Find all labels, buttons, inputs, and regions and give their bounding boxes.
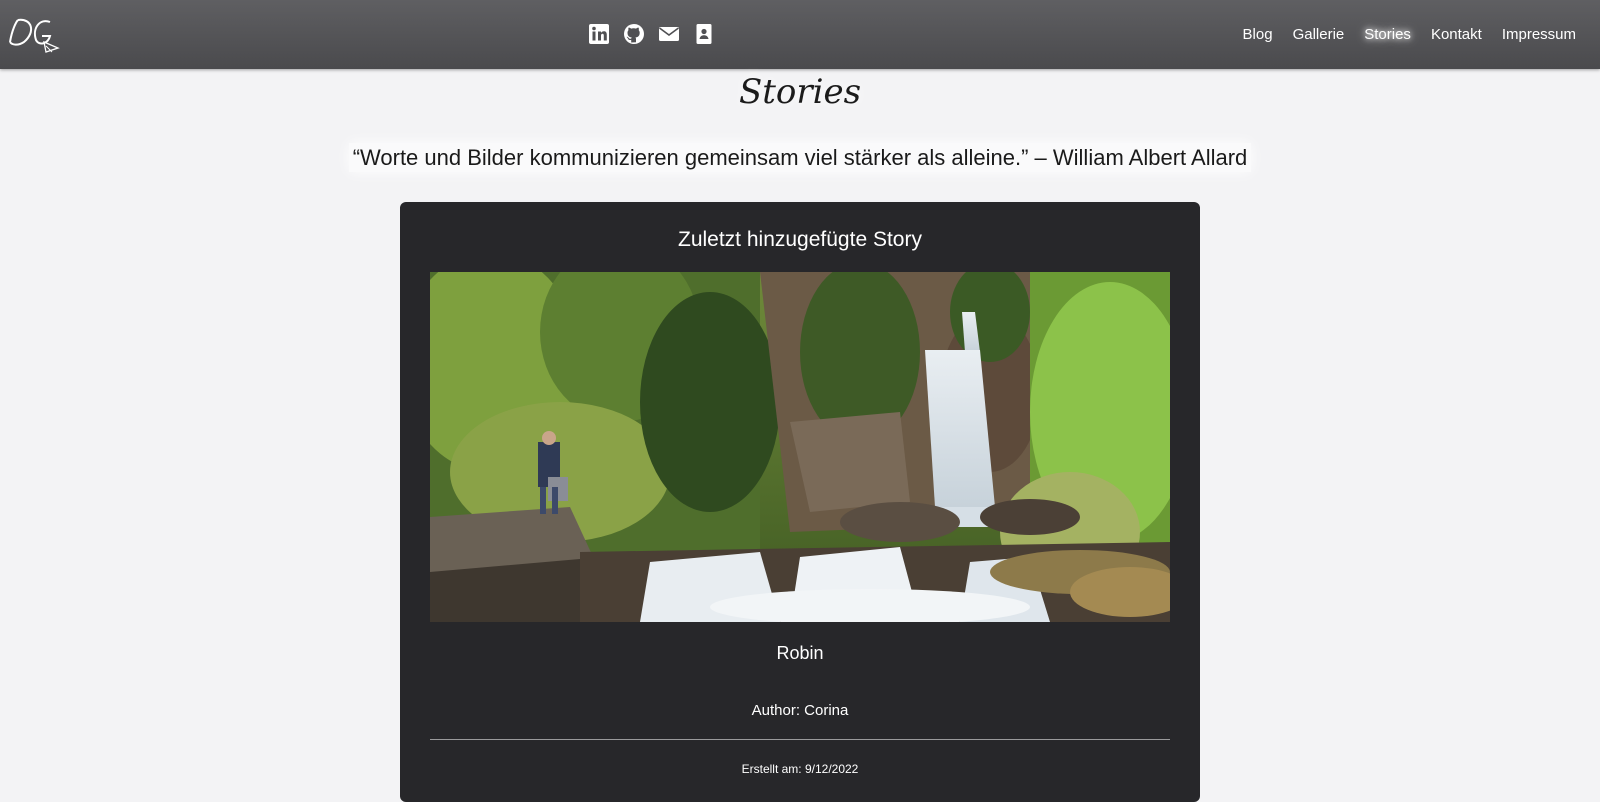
- top-navbar: Blog Gallerie Stories Kontakt Impressum: [0, 0, 1600, 69]
- github-icon[interactable]: [623, 23, 645, 45]
- site-logo[interactable]: [6, 12, 62, 56]
- nav-impressum[interactable]: Impressum: [1492, 26, 1586, 43]
- card-divider: [430, 739, 1170, 740]
- contact-card-icon[interactable]: [693, 23, 715, 45]
- nav-kontakt[interactable]: Kontakt: [1421, 26, 1492, 43]
- story-image[interactable]: [430, 272, 1170, 622]
- story-author: Author: Corina: [751, 702, 849, 719]
- quote-text: “Worte und Bilder kommunizieren gemeinsa…: [348, 143, 1252, 172]
- social-links: [588, 23, 715, 45]
- story-created-date: Erstellt am: 9/12/2022: [741, 762, 859, 776]
- linkedin-icon[interactable]: [588, 23, 610, 45]
- nav-stories[interactable]: Stories: [1354, 26, 1421, 43]
- latest-story-card: Zuletzt hinzugefügte Story Robin Author:…: [400, 202, 1200, 802]
- card-heading: Zuletzt hinzugefügte Story: [678, 228, 922, 251]
- nav-blog[interactable]: Blog: [1233, 26, 1283, 43]
- envelope-icon[interactable]: [658, 23, 680, 45]
- page-title: Stories: [738, 72, 862, 112]
- story-title[interactable]: Robin: [400, 643, 1200, 664]
- nav-gallerie[interactable]: Gallerie: [1283, 26, 1355, 43]
- main-nav: Blog Gallerie Stories Kontakt Impressum: [1233, 0, 1586, 69]
- page-quote: “Worte und Bilder kommunizieren gemeinsa…: [0, 143, 1600, 172]
